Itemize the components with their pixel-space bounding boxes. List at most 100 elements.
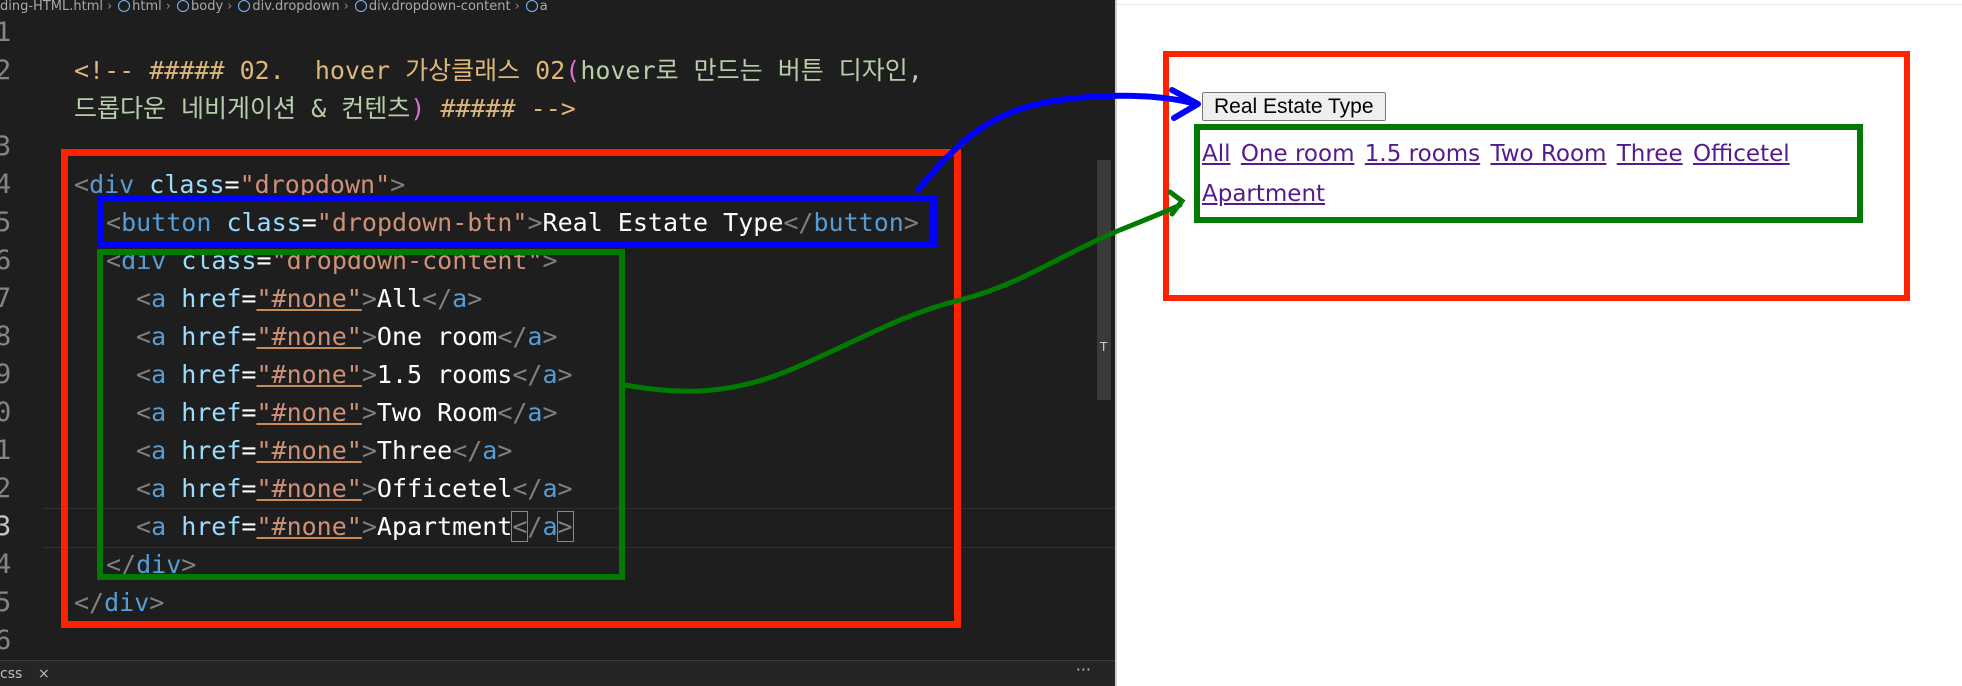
breadcrumb-item-a[interactable]: a [540,0,548,13]
element-icon [118,0,131,12]
code-editor[interactable]: ding-HTML.html › html › body › div.dropdown › di… [0,0,1115,686]
breadcrumb-item-body[interactable]: body [191,0,223,13]
link-one-room[interactable]: One room [1241,141,1355,167]
attr-name: class [149,170,225,199]
code-line-link[interactable]: <a href="#none">Two Room</a> [136,394,558,432]
tag-name: a [542,512,558,541]
scrollbar-marker: T [1100,340,1108,354]
code-line-div-open[interactable]: <div class="dropdown"> [74,166,405,204]
breadcrumb-item-file[interactable]: ding-HTML.html [0,0,103,13]
editor-scrollbar[interactable] [1097,160,1111,400]
attr-value: "dropdown" [239,170,391,199]
tag-name: a [151,398,167,427]
attr-name: href [181,436,242,465]
link-text: All [376,284,423,313]
line-number: 8 [0,321,12,352]
element-icon [177,0,189,12]
attr-name: class [181,246,257,275]
dropdown-content: All One room 1.5 rooms Two Room Three Of… [1202,134,1842,214]
code-line-link-current[interactable]: <a href="#none">Apartment</a> [136,508,574,546]
code-line-comment-cont[interactable]: 드롭다운 네비게이션 & 컨텐츠) ##### --> [74,90,576,128]
line-number: 6 [0,625,12,656]
line-number: 7 [0,283,12,314]
comment-text: <!-- ##### 02. hover 가상클래스 02 [74,56,566,85]
tag-name: a [151,360,167,389]
code-line-link[interactable]: <a href="#none">One room</a> [136,318,558,356]
chevron-right-icon: › [343,0,349,14]
tag-name: a [151,322,167,351]
attr-value: "#none" [256,284,362,313]
breadcrumb-item-html[interactable]: html [132,0,162,13]
line-number: 3 [0,131,12,162]
line-number-current: 3 [0,511,12,542]
attr-name: href [181,284,242,313]
attr-name: href [181,398,242,427]
bottom-panel: css × ··· [0,660,1115,686]
link-text: One room [376,322,498,351]
link-officetel[interactable]: Officetel [1693,141,1790,167]
browser-top-border [1117,4,1962,5]
link-text: Three [376,436,453,465]
tag-name: a [151,512,167,541]
link-text: Officetel [376,474,513,503]
tag-name: a [151,436,167,465]
chevron-right-icon: › [165,0,171,14]
link-apartment[interactable]: Apartment [1202,181,1325,207]
line-number: 4 [0,549,12,580]
comment-text: 드롭다운 네비게이션 & 컨텐츠 [74,94,411,123]
close-icon[interactable]: × [38,661,50,686]
attr-name: href [181,474,242,503]
breadcrumb: ding-HTML.html › html › body › div.dropdown › di… [0,0,1115,14]
dropdown-button[interactable]: Real Estate Type [1202,92,1386,121]
code-line-div-content-open[interactable]: <div class="dropdown-content"> [106,242,558,280]
link-two-room[interactable]: Two Room [1490,141,1606,167]
comment-paren: ) [410,94,426,123]
attr-name: href [181,360,242,389]
browser-preview: Real Estate Type All One room 1.5 rooms … [1117,0,1962,686]
attr-value: "dropdown-btn" [316,208,528,237]
link-1-5-rooms[interactable]: 1.5 rooms [1365,141,1480,167]
tag-name: a [151,474,167,503]
code-line-div-content-close[interactable]: </div> [106,546,196,584]
code-line-link[interactable]: <a href="#none">Officetel</a> [136,470,573,508]
tag-name: a [542,474,558,503]
chevron-right-icon: › [227,0,233,14]
tag-name: a [452,284,468,313]
more-icon[interactable]: ··· [1076,657,1091,683]
code-line-link[interactable]: <a href="#none">Three</a> [136,432,512,470]
link-text: Two Room [376,398,498,427]
code-line-button[interactable]: <button class="dropdown-btn">Real Estate… [106,204,919,242]
attr-value: "#none" [256,474,362,503]
breadcrumb-item-div-dropdown-content[interactable]: div.dropdown-content [369,0,511,13]
tag-name: div [89,170,135,199]
tag-name: a [151,284,167,313]
line-number: 1 [0,17,12,48]
attr-value: "#none" [256,398,362,427]
tag-name: button [813,208,904,237]
comment-text: ##### --> [425,94,576,123]
code-line-link[interactable]: <a href="#none">1.5 rooms</a> [136,356,573,394]
panel-tab[interactable]: css [0,661,22,686]
code-line-comment[interactable]: <!-- ##### 02. hover 가상클래스 02(hover로 만드는… [74,52,923,90]
link-three[interactable]: Three [1617,141,1683,167]
code-line-link[interactable]: <a href="#none">All</a> [136,280,482,318]
tag-name: div [136,550,182,579]
element-icon [354,0,367,12]
attr-name: class [226,208,302,237]
line-number: 1 [0,435,12,466]
tag-name: div [121,246,167,275]
tag-name: a [542,360,558,389]
link-all[interactable]: All [1202,141,1231,167]
link-text: 1.5 rooms [376,360,513,389]
line-number: 9 [0,359,12,390]
attr-value: "dropdown-content" [271,246,543,275]
element-icon [238,0,251,12]
attr-value: "#none" [256,322,362,351]
tag-name: a [527,398,543,427]
line-number: 4 [0,169,12,200]
line-number: 2 [0,473,12,504]
line-number: 0 [0,397,12,428]
breadcrumb-item-div-dropdown[interactable]: div.dropdown [252,0,339,13]
code-line-div-close[interactable]: </div> [74,584,164,622]
link-text: Apartment [376,512,513,541]
